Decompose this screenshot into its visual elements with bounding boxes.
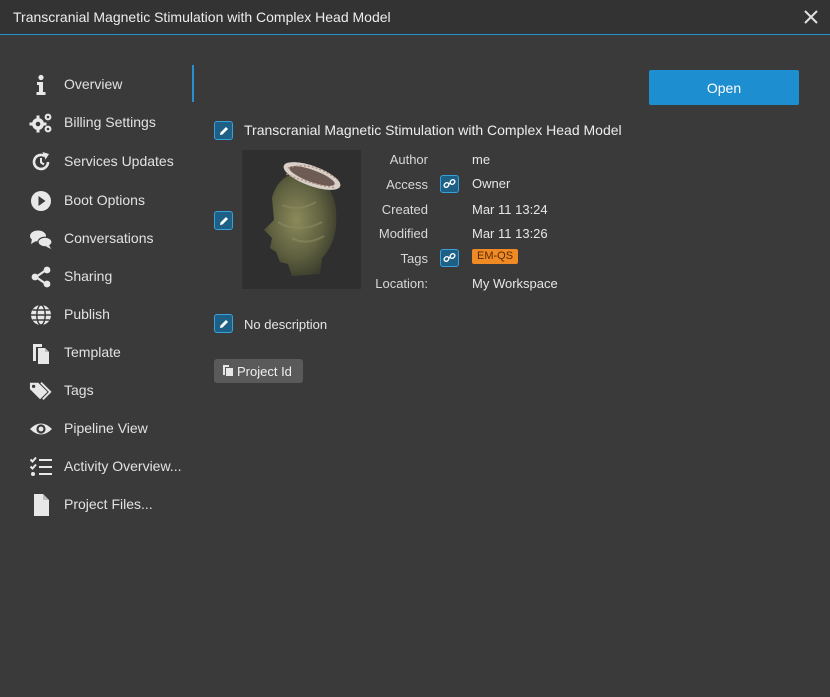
sidebar-item-pipeline-view[interactable]: Pipeline View xyxy=(0,409,192,447)
sidebar-item-activity-overview[interactable]: Activity Overview... xyxy=(0,447,192,485)
link-icon xyxy=(443,252,456,263)
globe-icon xyxy=(31,304,51,326)
access-value: Owner xyxy=(472,176,511,191)
tag-chip[interactable]: EM-QS xyxy=(472,249,519,264)
sidebar-item-services-updates[interactable]: Services Updates xyxy=(0,142,192,180)
copy-icon xyxy=(33,344,49,364)
project-id-button[interactable]: Project Id xyxy=(214,359,303,383)
location-label: Location: xyxy=(375,276,428,291)
created-value: Mar 11 13:24 xyxy=(472,202,548,217)
checklist-icon xyxy=(29,456,52,476)
sidebar-item-boot-options[interactable]: Boot Options xyxy=(0,181,192,219)
open-button[interactable]: Open xyxy=(649,70,799,105)
sidebar-item-label: Publish xyxy=(64,306,110,322)
tags-icon xyxy=(29,382,52,400)
author-label: Author xyxy=(389,152,428,167)
file-icon xyxy=(34,494,49,516)
sidebar-item-tags[interactable]: Tags xyxy=(0,371,192,409)
modified-label: Modified xyxy=(378,226,428,241)
sidebar-item-label: Billing Settings xyxy=(64,114,156,130)
sidebar-item-label: Boot Options xyxy=(64,192,145,208)
active-indicator xyxy=(192,65,194,102)
share-icon xyxy=(31,266,51,288)
chat-icon xyxy=(30,230,53,249)
author-value: me xyxy=(472,152,491,167)
description-text: No description xyxy=(244,317,328,332)
tags-label: Tags xyxy=(400,251,428,266)
pencil-icon xyxy=(220,217,228,225)
pencil-icon xyxy=(220,127,228,135)
sidebar-item-label: Services Updates xyxy=(64,153,174,169)
sidebar-item-billing-settings[interactable]: Billing Settings xyxy=(0,103,192,141)
head-model-image xyxy=(242,150,361,289)
edit-name-button[interactable] xyxy=(214,121,233,140)
access-label: Access xyxy=(386,177,428,192)
eye-icon xyxy=(30,423,52,435)
sidebar-item-label: Sharing xyxy=(64,268,113,284)
sidebar-item-label: Pipeline View xyxy=(64,420,148,436)
modified-value: Mar 11 13:26 xyxy=(472,226,548,241)
refresh-icon xyxy=(32,152,50,171)
sidebar-item-label: Tags xyxy=(64,382,94,398)
edit-thumbnail-button[interactable] xyxy=(214,211,233,230)
project-name: Transcranial Magnetic Stimulation with C… xyxy=(244,122,622,138)
window-title: Transcranial Magnetic Stimulation with C… xyxy=(13,9,391,25)
sidebar-item-label: Template xyxy=(64,344,121,360)
location-value: My Workspace xyxy=(472,276,558,291)
sidebar-item-label: Activity Overview... xyxy=(64,458,182,474)
created-label: Created xyxy=(381,202,428,217)
play-icon xyxy=(31,191,51,211)
sidebar-item-project-files[interactable]: Project Files... xyxy=(0,485,192,523)
gears-icon xyxy=(29,113,52,133)
title-bar: Transcranial Magnetic Stimulation with C… xyxy=(0,0,830,35)
sidebar-item-conversations[interactable]: Conversations xyxy=(0,219,192,257)
link-icon xyxy=(443,178,456,189)
tags-link-button[interactable] xyxy=(440,249,459,267)
copy-icon xyxy=(223,365,233,376)
sidebar-item-label: Conversations xyxy=(64,230,154,246)
close-icon[interactable] xyxy=(802,8,820,26)
pencil-icon xyxy=(220,320,228,328)
project-thumbnail xyxy=(242,150,361,289)
overview-panel: Open Transcranial Magnetic Stimulation w… xyxy=(214,65,814,665)
study-dialog: Transcranial Magnetic Stimulation with C… xyxy=(0,0,830,697)
sidebar-item-overview[interactable]: Overview xyxy=(0,65,192,103)
sidebar-item-label: Project Files... xyxy=(64,496,153,512)
sidebar-item-label: Overview xyxy=(64,76,123,92)
edit-description-button[interactable] xyxy=(214,314,233,333)
access-link-button[interactable] xyxy=(440,175,459,193)
project-id-label: Project Id xyxy=(237,364,292,379)
sidebar-item-publish[interactable]: Publish xyxy=(0,295,192,333)
sidebar-item-sharing[interactable]: Sharing xyxy=(0,257,192,295)
sidebar-item-template[interactable]: Template xyxy=(0,333,192,371)
info-icon xyxy=(36,74,46,95)
